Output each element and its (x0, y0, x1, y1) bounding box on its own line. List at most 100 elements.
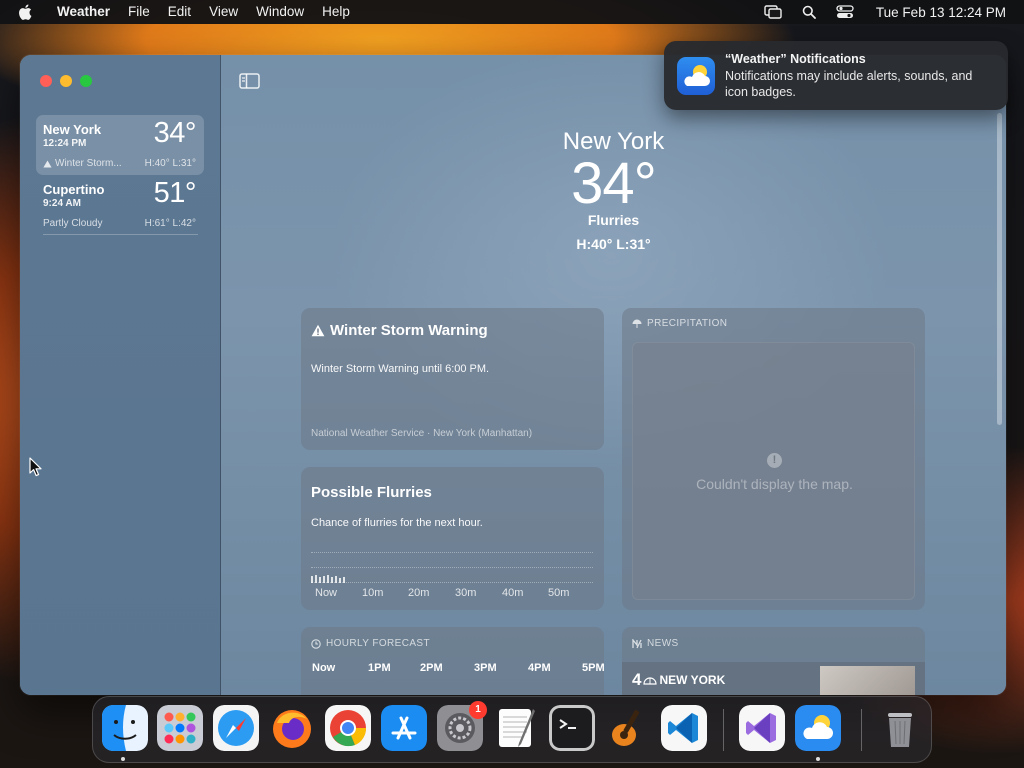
news-story[interactable]: 4 NEW YORK (622, 662, 925, 695)
chart-gridline (311, 582, 593, 583)
dock-separator (723, 709, 724, 751)
next-hour-precipitation-card[interactable]: Possible Flurries Chance of flurries for… (301, 467, 604, 610)
chart-tick-label: Now (315, 587, 338, 599)
sidebar-toggle-icon[interactable] (239, 72, 261, 90)
dock-trash[interactable] (877, 705, 923, 751)
dock-app-vscode[interactable] (661, 705, 707, 751)
hourly-time: 1PM (368, 662, 391, 674)
dock-app-firefox[interactable] (269, 705, 315, 751)
warning-icon (311, 324, 325, 337)
apple-logo-icon[interactable] (14, 1, 36, 23)
city-condition-text: Winter Storm... (55, 158, 122, 169)
notification-title: “Weather” Notifications (725, 52, 866, 66)
city-condition-text: Partly Cloudy (43, 218, 103, 229)
menu-help[interactable]: Help (313, 0, 359, 24)
city-card-new-york[interactable]: New York 12:24 PM 34° Winter Storm... H:… (36, 115, 204, 175)
hourly-time: 3PM (474, 662, 497, 674)
precipitation-bars (311, 575, 345, 583)
vertical-scrollbar[interactable] (997, 113, 1002, 425)
hourly-time: Now (312, 662, 336, 674)
city-high-low: H:40° L:31° (144, 158, 196, 169)
chart-gridline (311, 567, 593, 568)
warning-icon (43, 160, 52, 167)
hourly-forecast-card[interactable]: HOURLY FORECAST Now 1PM 2PM 3PM 4PM 5PM (301, 627, 604, 695)
dock: 1 (92, 696, 932, 763)
sidebar: New York 12:24 PM 34° Winter Storm... H:… (20, 55, 221, 695)
zoom-window-button[interactable] (80, 75, 92, 87)
city-local-time: 9:24 AM (43, 198, 81, 209)
info-icon: ! (767, 453, 782, 468)
menu-window[interactable]: Window (247, 0, 313, 24)
umbrella-icon (632, 319, 642, 328)
news-header: NEWS (632, 638, 679, 649)
warning-body: Winter Storm Warning until 6:00 PM. (311, 363, 490, 375)
current-high-low: H:40° L:31° (576, 236, 651, 252)
menu-view[interactable]: View (200, 0, 247, 24)
precipitation-header-text: PRECIPITATION (647, 318, 728, 329)
chart-gridline (311, 552, 593, 553)
current-condition: Flurries (587, 212, 640, 228)
city-temperature: 34° (153, 117, 197, 149)
mouse-pointer-icon (29, 457, 42, 477)
dock-app-visual-studio[interactable] (739, 705, 785, 751)
warning-source: National Weather Service · New York (Man… (311, 428, 533, 439)
dock-app-terminal[interactable] (549, 705, 595, 751)
news-card[interactable]: NEWS 4 NEW YORK (622, 627, 925, 695)
notification-message: Notifications may include alerts, sounds… (725, 69, 973, 99)
news-outlet-number: 4 (632, 670, 642, 689)
city-divider (43, 234, 198, 235)
dock-app-app-store[interactable] (381, 705, 427, 751)
dock-app-safari[interactable] (213, 705, 259, 751)
news-thumbnail-image (820, 666, 915, 695)
main-content: New York 34° Flurries H:40° L:31° Winter… (221, 55, 1006, 695)
menu-edit[interactable]: Edit (159, 0, 200, 24)
precipitation-map[interactable]: ! Couldn't display the map. (632, 342, 915, 600)
dock-running-indicator (121, 757, 125, 761)
close-window-button[interactable] (40, 75, 52, 87)
notification-banner[interactable]: “Weather” Notifications Notifications ma… (664, 41, 1008, 110)
city-high-low: H:61° L:42° (144, 218, 196, 229)
clock-icon (311, 638, 321, 649)
dock-app-chrome[interactable] (325, 705, 371, 751)
precipitation-map-card[interactable]: PRECIPITATION ! Couldn't display the map… (622, 308, 925, 610)
menu-file[interactable]: File (119, 0, 159, 24)
peacock-icon (643, 677, 658, 685)
map-error-message: Couldn't display the map. (696, 476, 853, 492)
dock-separator (861, 709, 862, 751)
screen-mirroring-icon[interactable] (762, 1, 784, 23)
search-icon[interactable] (798, 1, 820, 23)
dock-app-launchpad[interactable] (157, 705, 203, 751)
control-center-icon[interactable] (834, 1, 856, 23)
hourly-time: 2PM (420, 662, 443, 674)
dock-app-weather[interactable] (795, 705, 841, 751)
warning-title: Winter Storm Warning (330, 322, 488, 339)
city-temperature: 51° (153, 177, 197, 209)
current-temperature: 34° (571, 151, 657, 216)
severe-weather-card[interactable]: Winter Storm Warning Winter Storm Warnin… (301, 308, 604, 450)
hourly-time: 5PM (582, 662, 604, 674)
dock-app-garageband[interactable] (605, 705, 651, 751)
city-condition: Winter Storm... (43, 158, 122, 169)
dock-running-indicator (816, 757, 820, 761)
dock-app-finder[interactable] (102, 705, 148, 751)
hourly-time: 4PM (528, 662, 551, 674)
flurries-body: Chance of flurries for the next hour. (311, 517, 483, 529)
menu-bar: Weather File Edit View Window Help Tue F… (0, 0, 1024, 24)
weather-window: New York 12:24 PM 34° Winter Storm... H:… (20, 55, 1006, 695)
city-card-cupertino[interactable]: Cupertino 9:24 AM 51° Partly Cloudy H:61… (36, 175, 204, 235)
precipitation-header: PRECIPITATION (632, 318, 727, 329)
city-name: Cupertino (43, 182, 105, 197)
minimize-window-button[interactable] (60, 75, 72, 87)
chart-tick-label: 40m (502, 587, 524, 599)
chart-tick-label: 50m (548, 587, 570, 599)
hourly-header: HOURLY FORECAST (311, 638, 430, 649)
dock-app-textedit[interactable] (493, 705, 539, 751)
menu-app-weather[interactable]: Weather (48, 0, 119, 24)
chart-tick-label: 20m (408, 587, 430, 599)
menu-bar-clock[interactable]: Tue Feb 13 12:24 PM (876, 5, 1006, 20)
weather-app-icon (677, 57, 715, 95)
notification-badge: 1 (469, 701, 487, 719)
city-condition: Partly Cloudy (43, 218, 102, 229)
chart-tick-label: 10m (362, 587, 384, 599)
city-name: New York (43, 122, 102, 137)
